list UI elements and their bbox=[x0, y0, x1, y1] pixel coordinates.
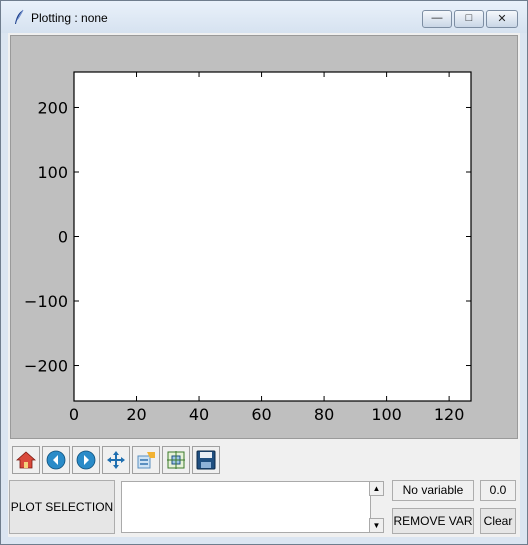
configure-subplots-icon bbox=[137, 452, 155, 469]
zoom-to-rect-icon bbox=[167, 451, 185, 469]
y-tick-label: 200 bbox=[37, 98, 68, 117]
plot-canvas[interactable]: 0 20 40 60 80 100 120 200 100 0 −100 −200 bbox=[10, 35, 518, 439]
home-button[interactable] bbox=[12, 446, 40, 474]
clear-button[interactable]: Clear bbox=[480, 508, 516, 534]
back-icon bbox=[46, 450, 66, 470]
pan-button[interactable] bbox=[102, 446, 130, 474]
save-button[interactable] bbox=[192, 446, 220, 474]
pan-icon bbox=[107, 451, 125, 469]
save-icon bbox=[196, 450, 216, 470]
x-tick-label: 0 bbox=[69, 405, 79, 424]
y-tick-label: 100 bbox=[37, 163, 68, 182]
value-label: 0.0 bbox=[480, 480, 516, 501]
minimize-icon: — bbox=[431, 12, 443, 24]
client-area: 0 20 40 60 80 100 120 200 100 0 −100 −200 bbox=[8, 33, 520, 537]
minimize-button[interactable]: — bbox=[422, 10, 452, 28]
plot-selection-button[interactable]: PLOT SELECTION bbox=[9, 480, 115, 534]
home-icon bbox=[16, 451, 36, 469]
x-tick-label: 20 bbox=[126, 405, 146, 424]
feather-icon bbox=[15, 9, 24, 24]
configure-subplots-button[interactable] bbox=[132, 446, 160, 474]
variable-listbox[interactable] bbox=[121, 481, 371, 533]
back-button[interactable] bbox=[42, 446, 70, 474]
forward-button[interactable] bbox=[72, 446, 100, 474]
x-tick-label: 80 bbox=[314, 405, 334, 424]
scroll-up-icon[interactable]: ▲ bbox=[369, 481, 384, 496]
x-tick-label: 40 bbox=[189, 405, 209, 424]
y-tick-label: 0 bbox=[58, 228, 68, 247]
axes-area[interactable] bbox=[73, 71, 472, 402]
listbox-scrollbar[interactable]: ▲ ▼ bbox=[369, 481, 384, 533]
window-title: Plotting : none bbox=[31, 11, 108, 25]
maximize-button[interactable]: □ bbox=[454, 10, 484, 28]
scroll-down-icon[interactable]: ▼ bbox=[369, 518, 384, 533]
close-button[interactable]: ✕ bbox=[486, 10, 518, 28]
remove-var-button[interactable]: REMOVE VAR bbox=[392, 508, 474, 534]
y-tick-label: −200 bbox=[24, 357, 68, 376]
title-bar[interactable]: Plotting : none — □ ✕ bbox=[1, 1, 527, 33]
x-tick-label: 100 bbox=[371, 405, 402, 424]
plot-svg: 0 20 40 60 80 100 120 200 100 0 −100 −200 bbox=[24, 71, 472, 424]
maximize-icon: □ bbox=[465, 12, 473, 24]
y-tick-label: −100 bbox=[24, 292, 68, 311]
forward-icon bbox=[76, 450, 96, 470]
plotting-window: Plotting : none — □ ✕ 0 20 40 60 80 100 120 20… bbox=[0, 0, 528, 545]
variable-label: No variable bbox=[392, 480, 474, 501]
x-tick-label: 60 bbox=[251, 405, 271, 424]
zoom-to-rect-button[interactable] bbox=[162, 446, 190, 474]
close-icon: ✕ bbox=[497, 13, 507, 25]
x-tick-label: 120 bbox=[434, 405, 465, 424]
